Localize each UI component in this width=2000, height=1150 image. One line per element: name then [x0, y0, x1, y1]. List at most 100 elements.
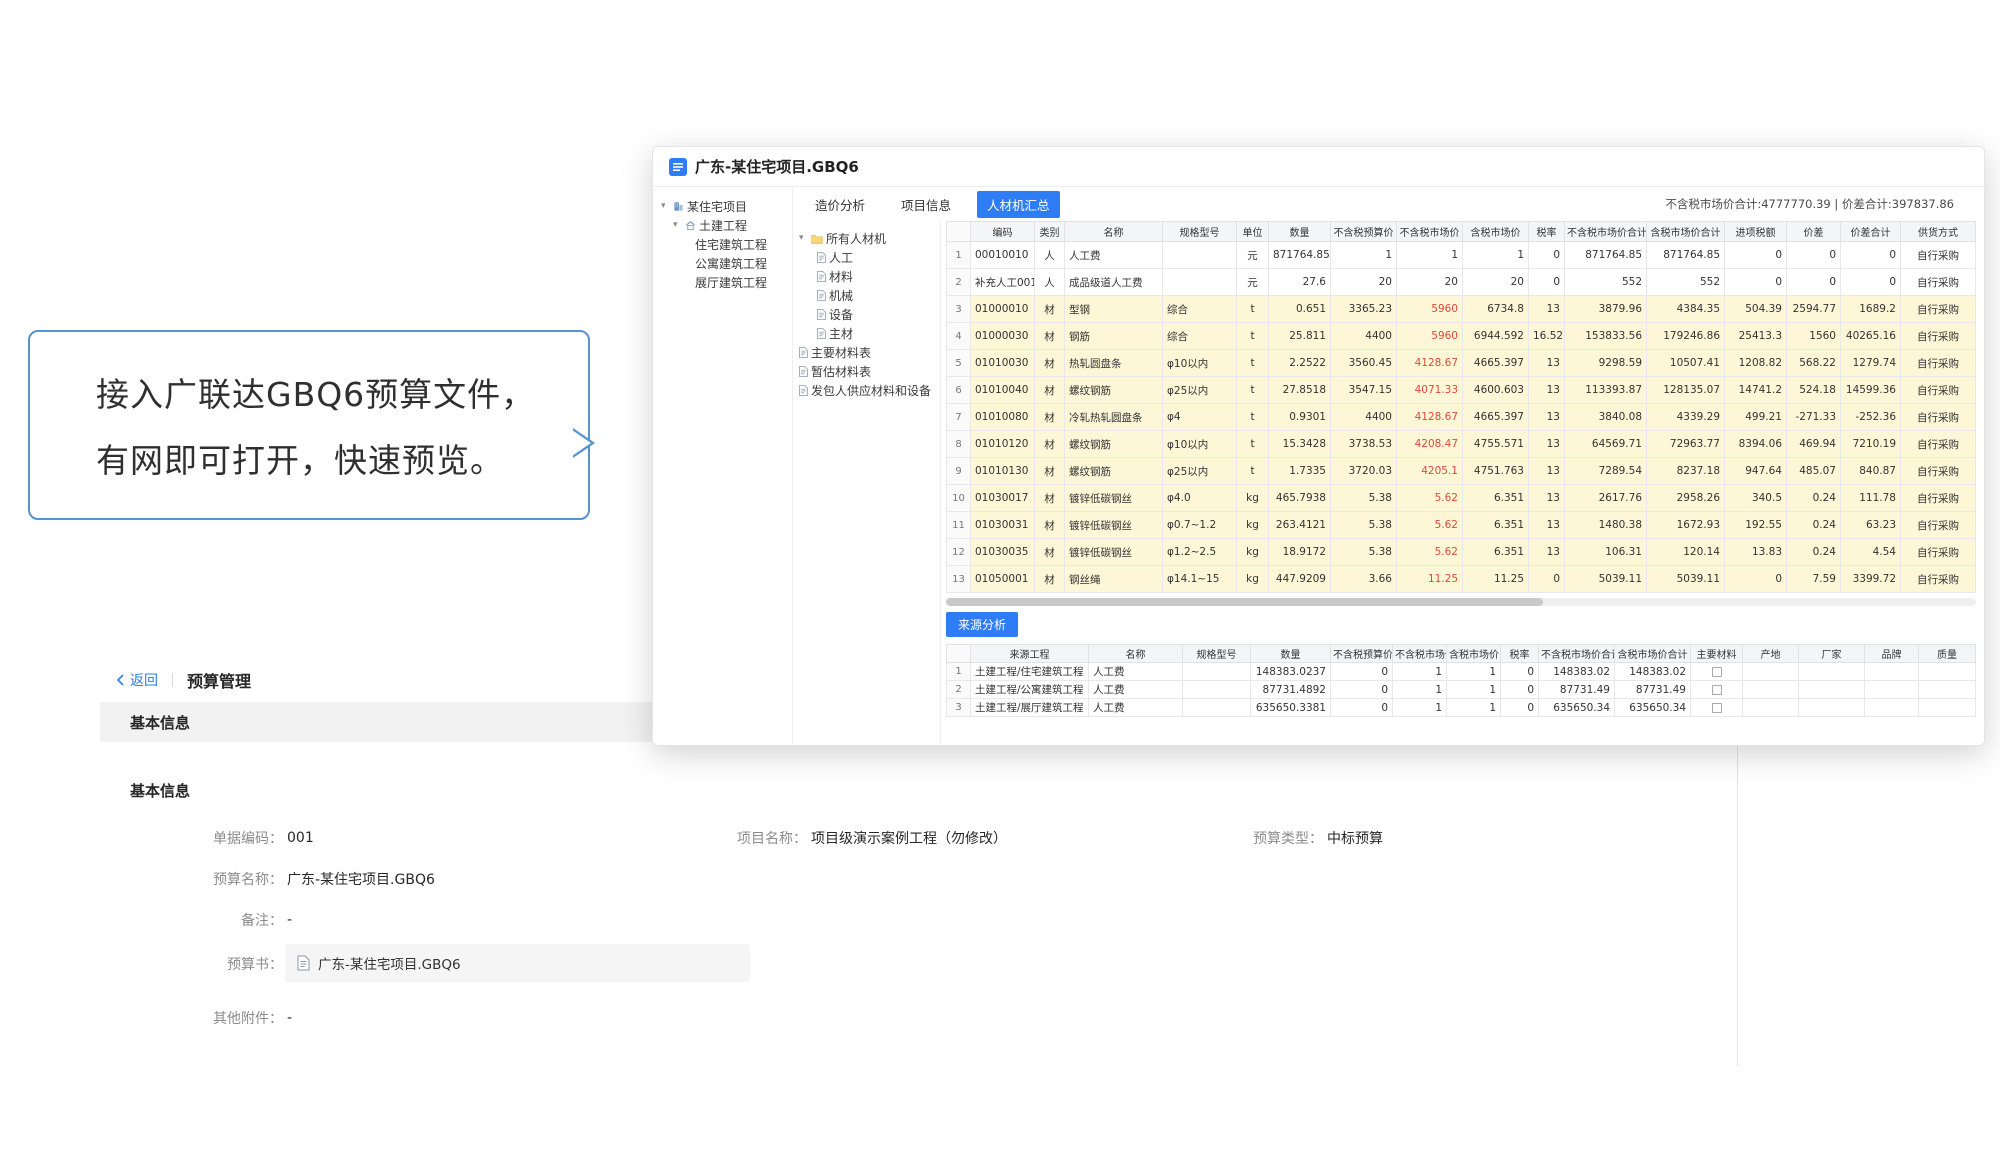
horizontal-scrollbar[interactable]: [946, 598, 1976, 606]
field-label: 单据编码：: [168, 828, 283, 848]
doc-icon: [817, 252, 826, 263]
table-row[interactable]: 901010130材螺纹钢筋φ25以内t1.73353720.034205.14…: [947, 458, 1976, 485]
field-budget-file-label: 预算书：: [168, 954, 283, 974]
project-tree: ▾ 某住宅项目 ▾ 土建工程住宅建筑工程公寓建筑工程展厅建筑工程: [653, 187, 793, 745]
doc-icon: [817, 271, 826, 282]
tree-item[interactable]: 展厅建筑工程: [661, 273, 788, 292]
tree-item[interactable]: 主要材料表: [799, 343, 938, 362]
field-label: 预算类型：: [1208, 828, 1323, 848]
callout-bubble: 接入广联达GBQ6预算文件， 有网即可打开，快速预览。: [28, 330, 590, 520]
tree-item[interactable]: 主材: [799, 324, 938, 343]
tree-item-label: 暂估材料表: [811, 363, 871, 380]
tree-item[interactable]: ▾ 土建工程: [661, 216, 788, 235]
field-value: 项目级演示案例工程（勿修改）: [811, 828, 1007, 848]
window-title: 广东-某住宅项目.GBQ6: [695, 156, 859, 177]
main-material-checkbox[interactable]: [1712, 685, 1722, 695]
tab-2[interactable]: 人材机汇总: [977, 191, 1060, 218]
field-value: 001: [287, 830, 314, 846]
tab-1[interactable]: 项目信息: [891, 191, 961, 218]
field-label: 项目名称：: [692, 828, 807, 848]
field-budget-name: 预算名称： 广东-某住宅项目.GBQ6: [168, 869, 435, 889]
table-row[interactable]: 701010080材冷轧热轧圆盘条φ4t0.930144004128.67466…: [947, 404, 1976, 431]
callout-line-2: 有网即可打开，快速预览。: [96, 428, 568, 494]
field-label: 其他附件：: [168, 1008, 283, 1028]
tree-item[interactable]: 机械: [799, 286, 938, 305]
tree-item-label: 所有人材机: [826, 230, 886, 247]
main-material-checkbox[interactable]: [1712, 703, 1722, 713]
field-remark: 备注： -: [168, 910, 292, 930]
table-row[interactable]: 1001030017材镀锌低碳钢丝φ4.0kg465.79385.385.626…: [947, 485, 1976, 512]
tree-item[interactable]: 发包人供应材料和设备: [799, 381, 938, 400]
caret-down-icon: ▾: [673, 221, 682, 230]
summary-totals: 不含税市场价合计:4777770.39 | 价差合计:397837.86: [1665, 196, 1954, 212]
caret-down-icon: ▾: [799, 234, 808, 243]
doc-icon: [799, 385, 808, 396]
field-value: -: [287, 1010, 292, 1026]
table-row[interactable]: 2土建工程/公寓建筑工程人工费87731.4892011087731.49877…: [947, 681, 1976, 699]
main-material-checkbox[interactable]: [1712, 667, 1722, 677]
table-row[interactable]: 1土建工程/住宅建筑工程人工费148383.02370110148383.021…: [947, 663, 1976, 681]
field-label: 预算书：: [168, 954, 283, 974]
table-row[interactable]: 100010010人人工费元871764.8511110871764.85871…: [947, 242, 1976, 269]
screen: 返回 预算管理 基本信息 基本信息 单据编码： 001 项目名称： 项目级演示案…: [0, 0, 2000, 1150]
table-row[interactable]: 301000010材型钢综合t0.6513365.2359606734.8133…: [947, 296, 1976, 323]
tree-item-label: 某住宅项目: [687, 198, 747, 215]
window-titlebar: 广东-某住宅项目.GBQ6: [653, 147, 1984, 187]
field-project-name: 项目名称： 项目级演示案例工程（勿修改）: [692, 828, 1007, 848]
tree-item[interactable]: 住宅建筑工程: [661, 235, 788, 254]
home-icon: [685, 220, 696, 231]
field-value: -: [287, 912, 292, 928]
rcj-tree: ▾ 所有人材机人工材料机械设备主材主要材料表暂估材料表发包人供应材料和设备: [793, 221, 941, 745]
budget-file-item[interactable]: 广东-某住宅项目.GBQ6: [285, 944, 750, 982]
tree-item[interactable]: ▾ 所有人材机: [799, 229, 938, 248]
tree-item[interactable]: 设备: [799, 305, 938, 324]
page-title: 预算管理: [187, 668, 251, 692]
doc-icon: [817, 309, 826, 320]
building-icon: [673, 201, 684, 212]
tree-item-label: 发包人供应材料和设备: [811, 382, 931, 399]
gbq6-preview-window: 广东-某住宅项目.GBQ6 ▾ 某住宅项目 ▾ 土建工程住宅建筑工程公寓建筑工程展厅建…: [652, 146, 1985, 746]
table-row[interactable]: 1301050001材钢丝绳φ14.1~15kg447.92093.6611.2…: [947, 566, 1976, 593]
file-name: 广东-某住宅项目.GBQ6: [318, 953, 461, 973]
tree-item[interactable]: ▾ 某住宅项目: [661, 197, 788, 216]
field-value: 广东-某住宅项目.GBQ6: [287, 869, 435, 889]
caret-down-icon: ▾: [661, 202, 670, 211]
field-value: 中标预算: [1327, 828, 1383, 848]
tree-item-label: 材料: [829, 268, 853, 285]
field-doc-no: 单据编码： 001: [168, 828, 314, 848]
tree-item-label: 展厅建筑工程: [695, 274, 767, 291]
table-row[interactable]: 1101030031材镀锌低碳钢丝φ0.7~1.2kg263.41215.385…: [947, 512, 1976, 539]
source-analysis-button[interactable]: 来源分析: [946, 612, 1018, 637]
rcj-summary-table: 编码类别名称规格型号单位数量不含税预算价不含税市场价含税市场价税率不含税市场价合…: [946, 221, 1976, 593]
tree-item[interactable]: 公寓建筑工程: [661, 254, 788, 273]
section-title: 基本信息: [130, 712, 190, 733]
doc-icon: [799, 347, 808, 358]
tree-item-label: 主要材料表: [811, 344, 871, 361]
table-row[interactable]: 1201030035材镀锌低碳钢丝φ1.2~2.5kg18.91725.385.…: [947, 539, 1976, 566]
callout-line-1: 接入广联达GBQ6预算文件，: [96, 362, 568, 428]
back-button[interactable]: 返回: [116, 670, 158, 690]
subsection-title: 基本信息: [130, 780, 190, 801]
back-label: 返回: [130, 670, 158, 690]
table-row[interactable]: 601010040材螺纹钢筋φ25以内t27.85183547.154071.3…: [947, 377, 1976, 404]
table-row[interactable]: 801010120材螺纹钢筋φ10以内t15.34283738.534208.4…: [947, 431, 1976, 458]
tabs-row: 造价分析项目信息人材机汇总 不含税市场价合计:4777770.39 | 价差合计…: [793, 187, 1984, 221]
tree-item[interactable]: 材料: [799, 267, 938, 286]
tree-item[interactable]: 人工: [799, 248, 938, 267]
source-analysis-table: 来源工程名称规格型号数量不含税预算价不含税市场价含税市场价税率不含税市场价合计含…: [946, 644, 1976, 717]
doc-icon: [817, 290, 826, 301]
table-row[interactable]: 401000030材钢筋综合t25.811440059606944.59216.…: [947, 323, 1976, 350]
tree-item-label: 土建工程: [699, 217, 747, 234]
tree-item[interactable]: 暂估材料表: [799, 362, 938, 381]
table-row[interactable]: 2补充人工001人成品级道人工费元27.62020200552552000自行采…: [947, 269, 1976, 296]
tabs: 造价分析项目信息人材机汇总: [805, 191, 1060, 218]
tab-0[interactable]: 造价分析: [805, 191, 875, 218]
tree-item-label: 公寓建筑工程: [695, 255, 767, 272]
gbq-file-icon: [669, 158, 687, 176]
table-row[interactable]: 501010030材热轧圆盘条φ10以内t2.25223560.454128.6…: [947, 350, 1976, 377]
scrollbar-thumb[interactable]: [946, 598, 1543, 606]
tree-item-label: 设备: [829, 306, 853, 323]
folder-icon: [811, 234, 823, 244]
table-row[interactable]: 3土建工程/展厅建筑工程人工费635650.33810110635650.346…: [947, 699, 1976, 717]
doc-icon: [799, 366, 808, 377]
